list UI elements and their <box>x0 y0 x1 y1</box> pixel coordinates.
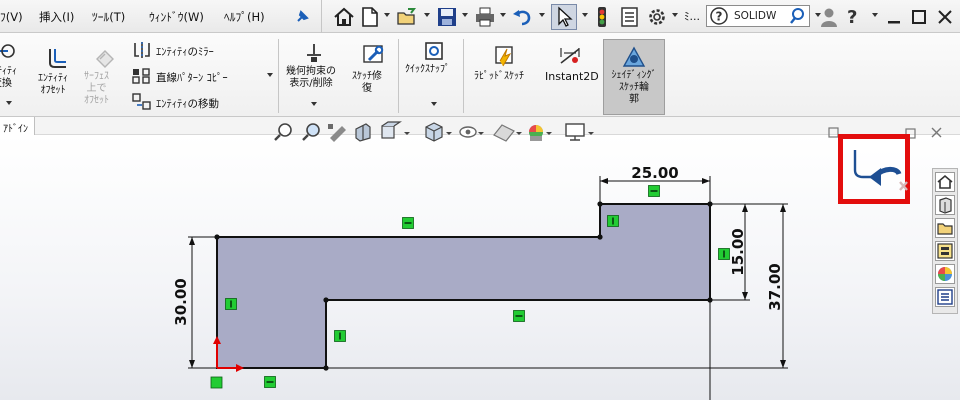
folder-icon <box>937 223 953 235</box>
dimension-right-step[interactable]: 15.00 <box>729 228 747 275</box>
task-pane-file-explorer-tab[interactable] <box>935 218 955 238</box>
sketch-canvas: 25.00 30.00 15.00 37.00 <box>172 164 788 400</box>
fixed-relation-marker[interactable] <box>210 376 223 389</box>
dimension-total-height[interactable]: 37.00 <box>766 263 784 310</box>
task-pane-design-library-tab[interactable] <box>935 195 955 215</box>
exit-sketch-icon[interactable] <box>845 140 909 196</box>
task-pane-custom-properties-tab[interactable] <box>935 287 955 307</box>
design-library-icon <box>939 197 952 214</box>
task-pane-appearances-tab[interactable] <box>935 264 955 284</box>
appearances-icon <box>938 267 952 281</box>
task-pane-tabs <box>932 168 958 314</box>
home-icon <box>937 174 953 189</box>
view-palette-icon <box>937 243 953 259</box>
custom-properties-icon <box>937 289 953 305</box>
dimension-top-width[interactable]: 25.00 <box>631 164 678 182</box>
task-pane-view-palette-tab[interactable] <box>935 241 955 261</box>
task-pane-home-tab[interactable] <box>935 172 955 192</box>
dimension-left-height[interactable]: 30.00 <box>172 278 190 325</box>
sketch-profile[interactable] <box>216 203 711 369</box>
